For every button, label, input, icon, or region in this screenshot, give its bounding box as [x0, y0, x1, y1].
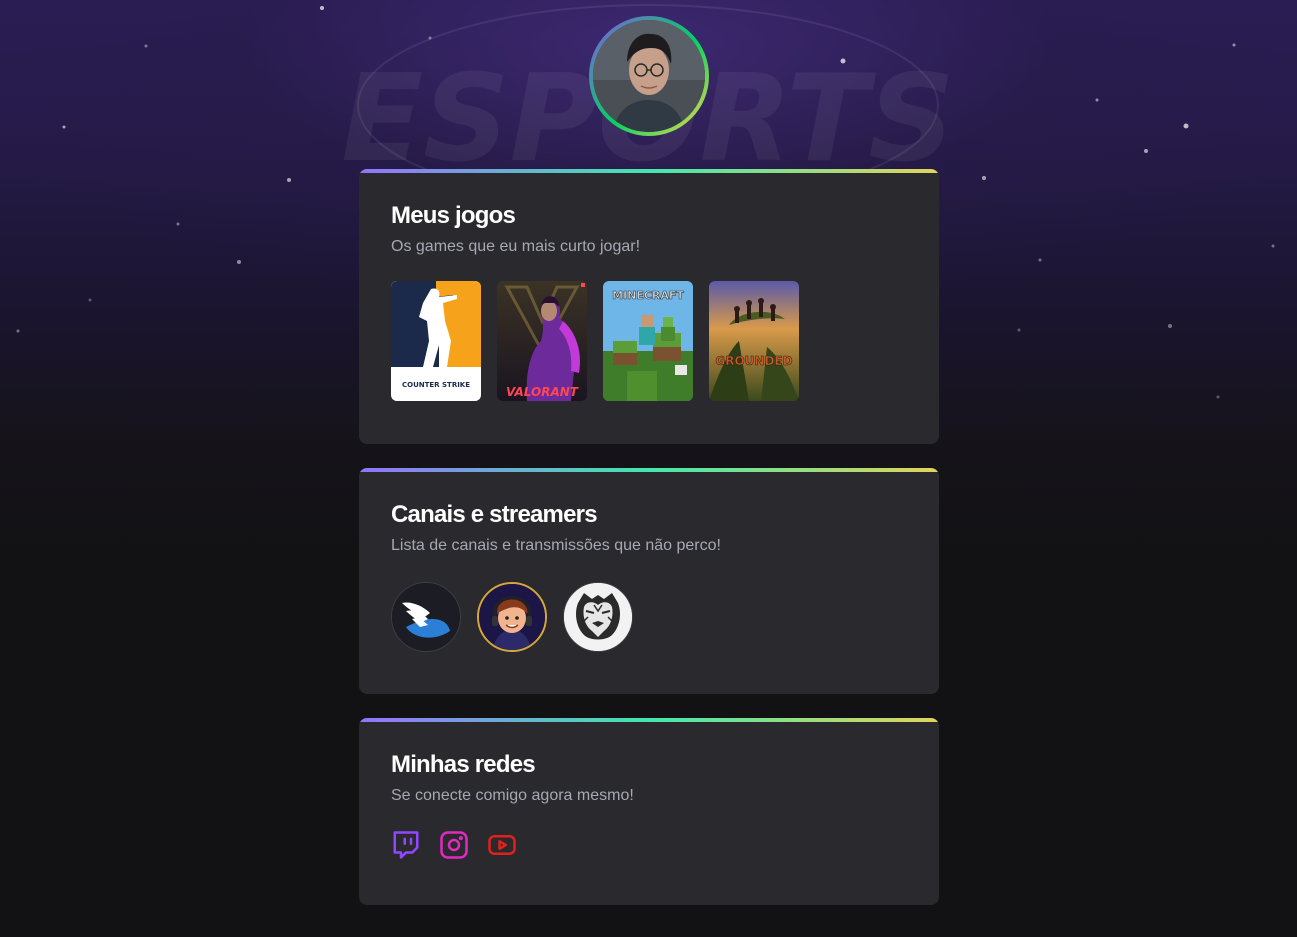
channel-avatar-1[interactable] — [391, 582, 461, 652]
channels-title: Canais e streamers — [391, 501, 598, 528]
twitch-icon[interactable] — [391, 830, 421, 860]
profile-avatar-ring — [589, 16, 709, 136]
channel-avatar-2[interactable] — [477, 582, 547, 652]
game-counter-strike[interactable]: COUNTER STRIKE — [391, 281, 481, 401]
games-subtitle: Os games que eu mais curto jogar! — [391, 238, 641, 255]
channel-avatar-3[interactable] — [563, 582, 633, 652]
game-label: GROUNDED — [715, 354, 792, 368]
social-links — [391, 830, 907, 860]
game-label: MINECRAFT — [612, 289, 684, 302]
social-card: Minhas redes Se conecte comigo agora mes… — [359, 718, 939, 905]
game-valorant[interactable]: VALORANT — [497, 281, 587, 401]
games-card: Meus jogos Os games que eu mais curto jo… — [359, 169, 939, 444]
game-label: COUNTER STRIKE — [402, 381, 470, 389]
channels-card: Canais e streamers Lista de canais e tra… — [359, 468, 939, 694]
game-label: VALORANT — [506, 385, 579, 399]
channels-list — [391, 582, 907, 652]
profile-avatar — [593, 20, 705, 132]
social-title: Minhas redes — [391, 751, 536, 778]
instagram-icon[interactable] — [439, 830, 469, 860]
game-grounded[interactable]: GROUNDED — [709, 281, 799, 401]
channels-subtitle: Lista de canais e transmissões que não p… — [391, 537, 721, 554]
social-subtitle: Se conecte comigo agora mesmo! — [391, 787, 634, 804]
games-title: Meus jogos — [391, 202, 516, 229]
game-minecraft[interactable]: MINECRAFT — [603, 281, 693, 401]
youtube-icon[interactable] — [487, 830, 517, 860]
games-list: COUNTER STRIKE VALORANT MINECRAFT GROUND… — [391, 281, 907, 401]
